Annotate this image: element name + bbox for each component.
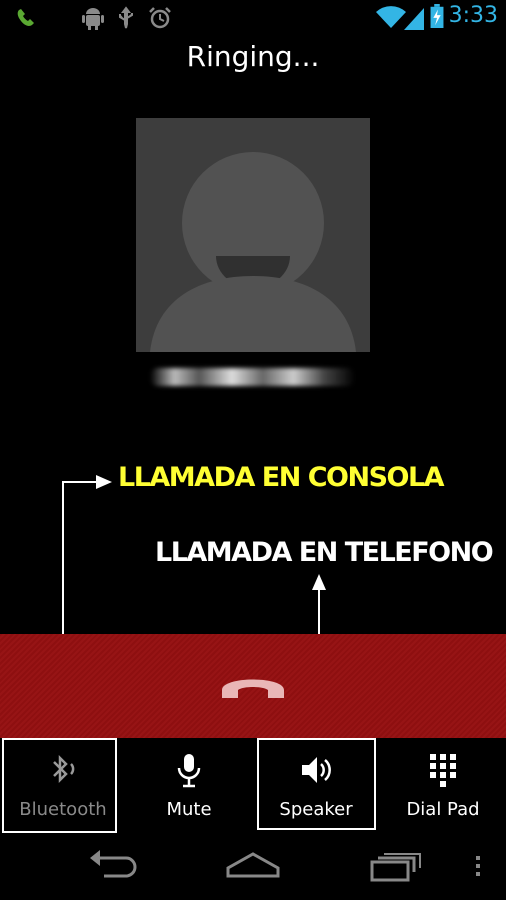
overflow-menu-icon[interactable] [472, 844, 484, 884]
speaker-highlight-frame [257, 738, 376, 830]
signal-icon [404, 8, 424, 30]
bluetooth-highlight-frame [2, 738, 117, 833]
mute-button[interactable]: Mute [126, 738, 252, 834]
alarm-icon [149, 7, 171, 29]
annotation-console-label: LLAMADA EN CONSOLA [118, 462, 445, 493]
call-state-label: Ringing... [186, 40, 320, 73]
phone-call-icon [17, 9, 34, 26]
battery-charging-icon [430, 4, 444, 28]
dialpad-label: Dial Pad [406, 799, 480, 820]
arrow-head-icon [312, 574, 326, 590]
usb-icon [119, 6, 133, 29]
microphone-icon [177, 754, 201, 788]
arrow-head-icon [96, 475, 112, 489]
contact-name-redacted [150, 368, 355, 386]
end-call-button[interactable] [218, 668, 288, 704]
back-icon[interactable] [86, 844, 138, 884]
status-bar: 3:33 [0, 0, 506, 36]
default-avatar-icon [150, 152, 356, 352]
android-debug-icon [82, 8, 104, 30]
mute-label: Mute [166, 799, 212, 820]
recent-apps-icon[interactable] [368, 844, 422, 884]
wifi-icon [376, 6, 406, 28]
contact-photo [136, 118, 370, 352]
dialpad-button[interactable]: Dial Pad [380, 738, 506, 834]
clock: 3:33 [448, 3, 498, 28]
dialpad-icon [430, 754, 456, 787]
annotation-phone-label: LLAMADA EN TELEFONO [155, 537, 494, 568]
home-icon[interactable] [224, 844, 282, 884]
navigation-bar [0, 834, 506, 900]
